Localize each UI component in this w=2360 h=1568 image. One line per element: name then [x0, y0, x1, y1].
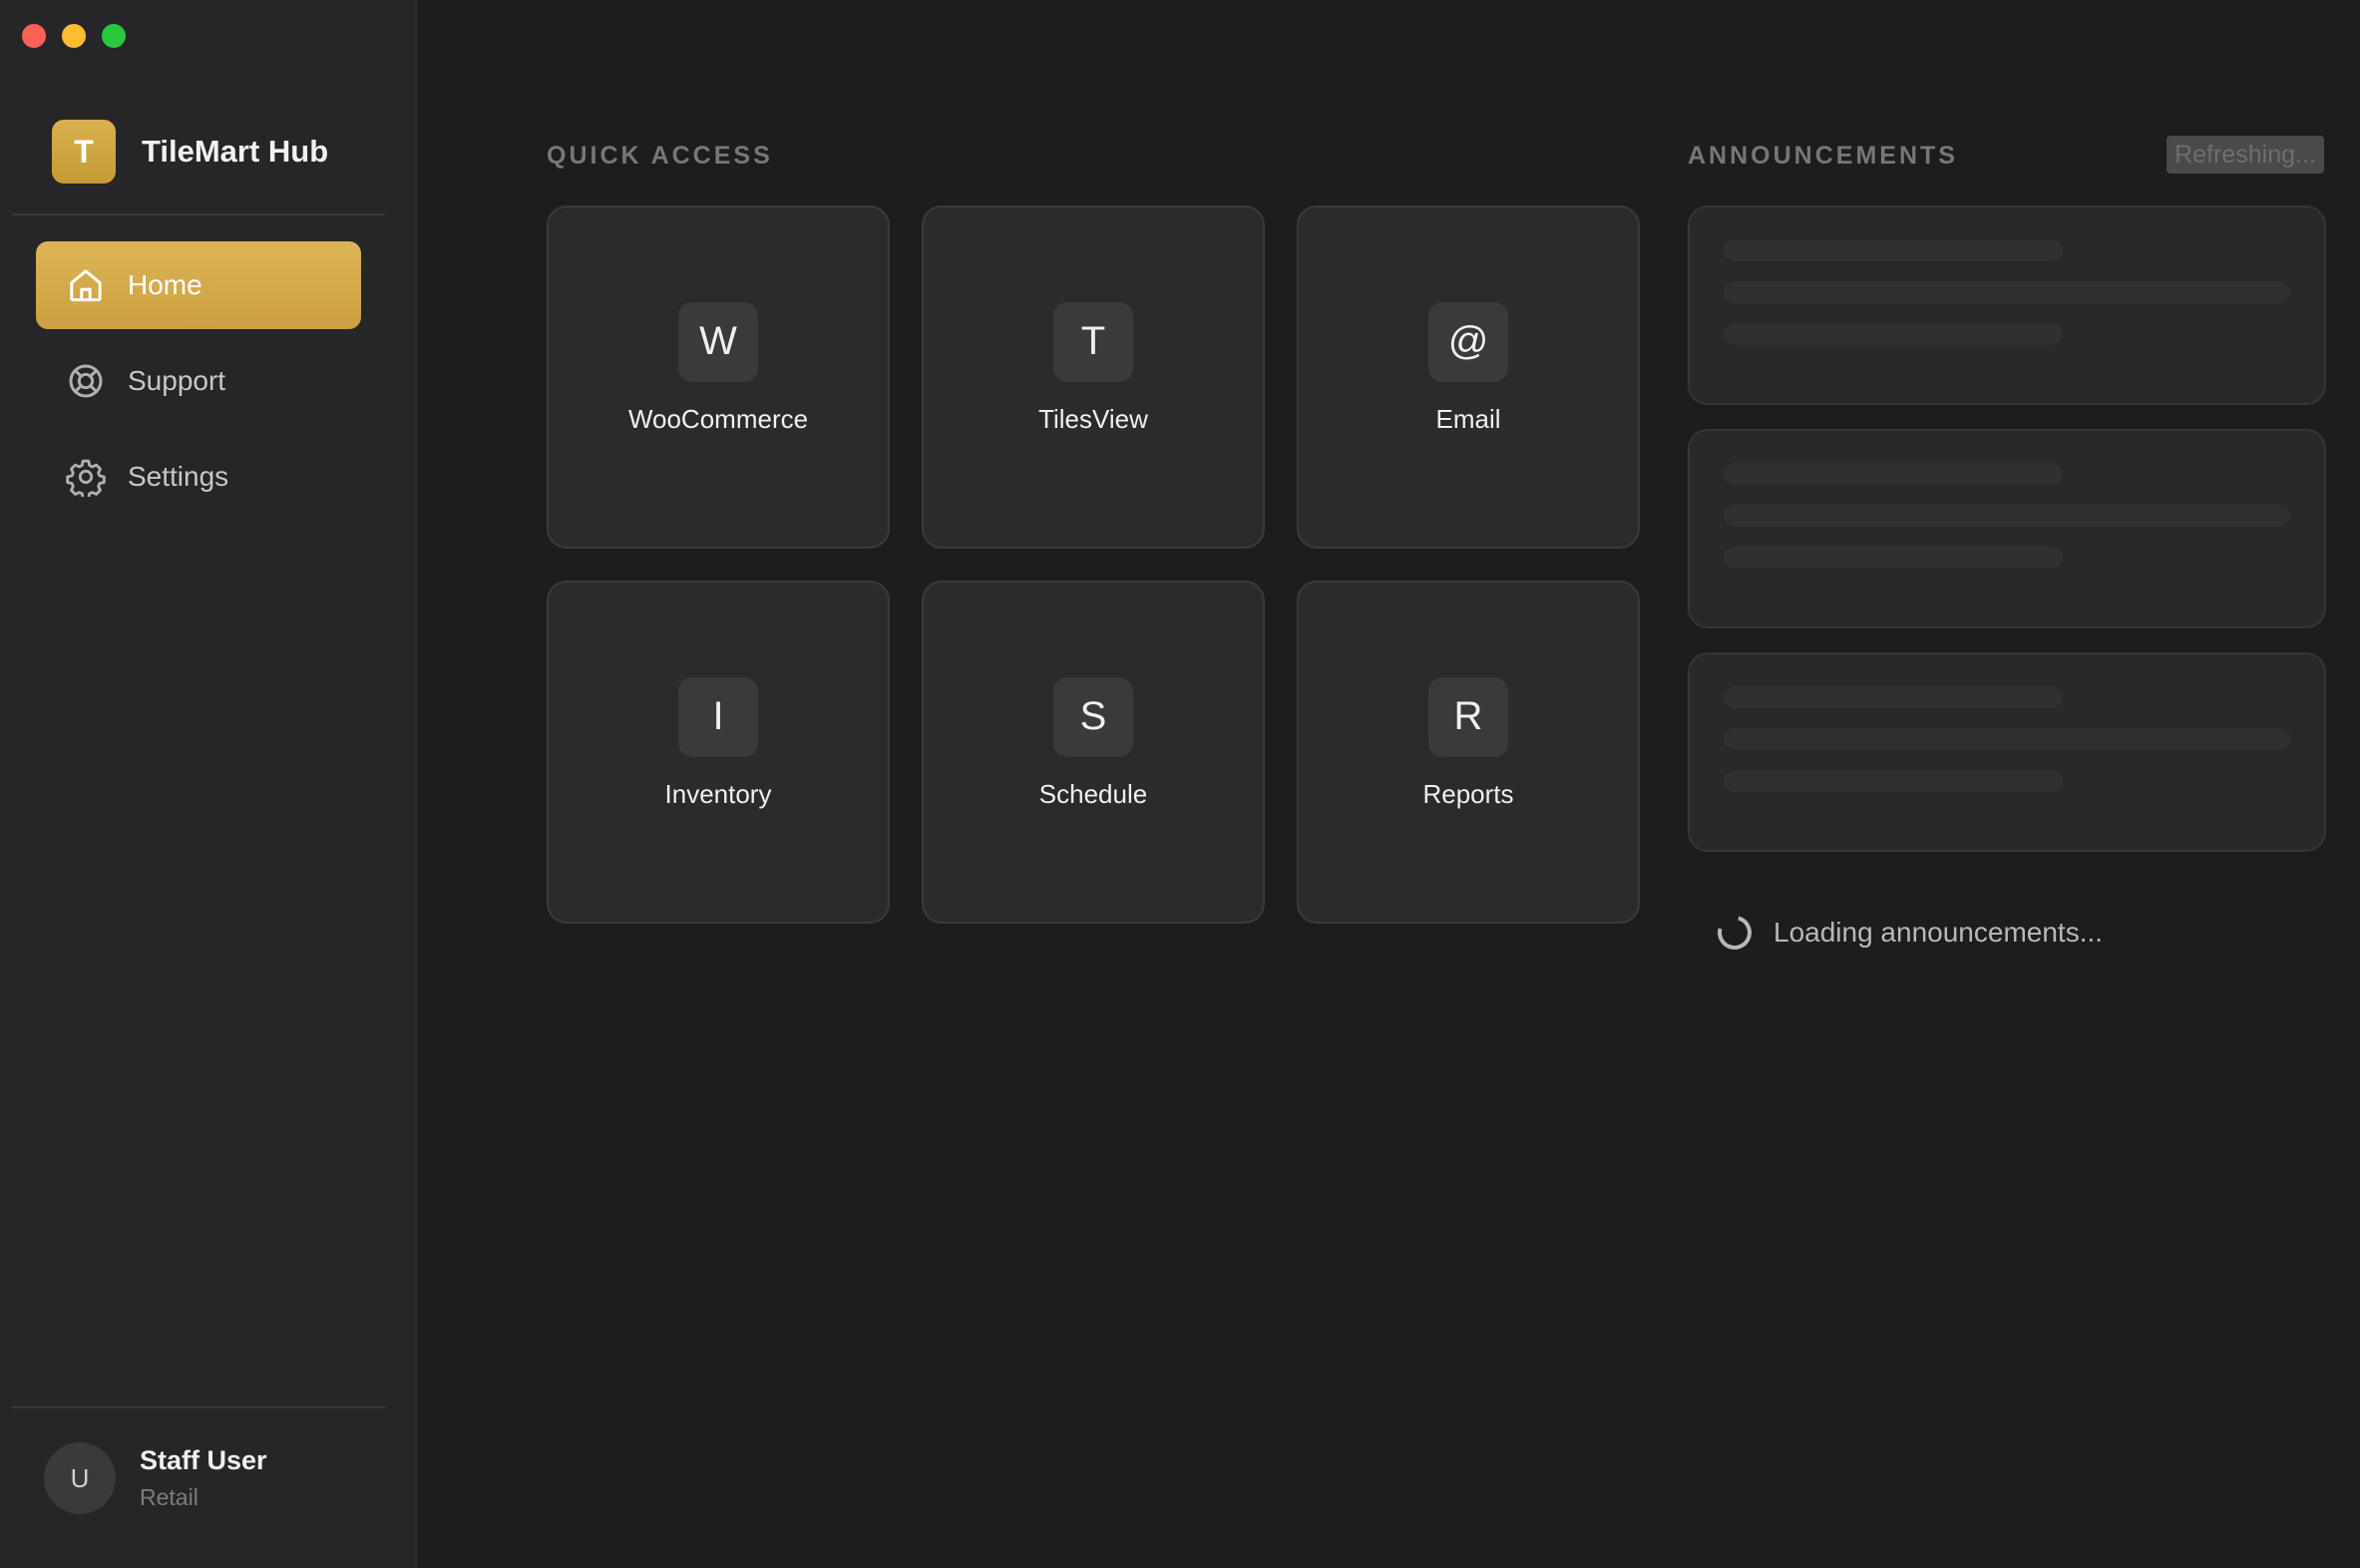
sidebar-item-settings[interactable]: Settings [36, 433, 361, 521]
tile-label: WooCommerce [627, 403, 809, 434]
tile-schedule[interactable]: S Schedule [922, 581, 1265, 924]
reports-icon: R [1428, 676, 1508, 757]
loading-indicator: Loading announcements... [1711, 909, 2104, 957]
tile-label: Inventory [664, 778, 772, 809]
user-profile[interactable]: U Staff User Retail [44, 1442, 267, 1514]
skeleton-line [1724, 463, 2063, 485]
sidebar-nav: Home Support Settings [36, 241, 361, 529]
refresh-button[interactable]: Refreshing... [2166, 136, 2324, 174]
zoom-window-button[interactable] [102, 24, 126, 48]
sidebar-item-label: Support [128, 365, 226, 396]
tile-label: Reports [1422, 778, 1514, 809]
inventory-icon: I [678, 676, 758, 757]
sidebar-item-label: Home [128, 269, 202, 300]
tile-tilesview[interactable]: T TilesView [922, 205, 1265, 549]
spinner-icon [1711, 909, 1759, 957]
close-window-button[interactable] [22, 24, 46, 48]
brand-logo: T [52, 120, 116, 184]
avatar: U [44, 1442, 116, 1514]
app-window: T TileMart Hub Home Support Settings U S… [0, 0, 2360, 1568]
sidebar: T TileMart Hub Home Support Settings U S… [0, 0, 417, 1568]
skeleton-line [1724, 770, 2063, 792]
announcements-list [1688, 205, 2326, 876]
sidebar-item-home[interactable]: Home [36, 241, 361, 329]
brand-name: TileMart Hub [142, 134, 329, 169]
announcement-skeleton-card [1688, 205, 2326, 405]
user-info: Staff User Retail [140, 1445, 267, 1511]
tile-woocommerce[interactable]: W WooCommerce [547, 205, 890, 549]
tile-reports[interactable]: R Reports [1297, 581, 1640, 924]
window-controls [22, 24, 126, 48]
gear-icon [66, 457, 106, 497]
tile-label: TilesView [1038, 403, 1148, 434]
skeleton-line [1724, 686, 2063, 708]
skeleton-line [1724, 728, 2290, 750]
tile-email[interactable]: @ Email [1297, 205, 1640, 549]
skeleton-line [1724, 323, 2063, 345]
tile-inventory[interactable]: I Inventory [547, 581, 890, 924]
skeleton-line [1724, 505, 2290, 527]
quick-access-title: QUICK ACCESS [547, 142, 773, 170]
announcement-skeleton-card [1688, 429, 2326, 628]
skeleton-line [1724, 281, 2290, 303]
woocommerce-icon: W [678, 301, 758, 382]
tile-label: Email [1435, 403, 1501, 434]
user-role: Retail [140, 1484, 198, 1510]
home-icon [66, 265, 106, 305]
loading-text: Loading announcements... [1773, 917, 2104, 948]
skeleton-line [1724, 239, 2063, 261]
announcement-skeleton-card [1688, 652, 2326, 852]
sidebar-item-label: Settings [128, 461, 229, 492]
minimize-window-button[interactable] [62, 24, 86, 48]
tilesview-icon: T [1053, 301, 1133, 382]
skeleton-line [1724, 547, 2063, 569]
sidebar-item-support[interactable]: Support [36, 337, 361, 425]
quick-access-grid: W WooCommerce T TilesView @ Email I Inve… [547, 205, 1640, 924]
brand: T TileMart Hub [52, 120, 328, 184]
schedule-icon: S [1053, 676, 1133, 757]
email-icon: @ [1428, 301, 1508, 382]
user-name: Staff User [140, 1445, 267, 1475]
announcements-title: ANNOUNCEMENTS [1688, 142, 1958, 170]
tile-label: Schedule [1038, 778, 1148, 809]
sidebar-divider-top [12, 213, 385, 215]
sidebar-divider-bottom [12, 1406, 385, 1408]
lifebuoy-icon [66, 361, 106, 401]
